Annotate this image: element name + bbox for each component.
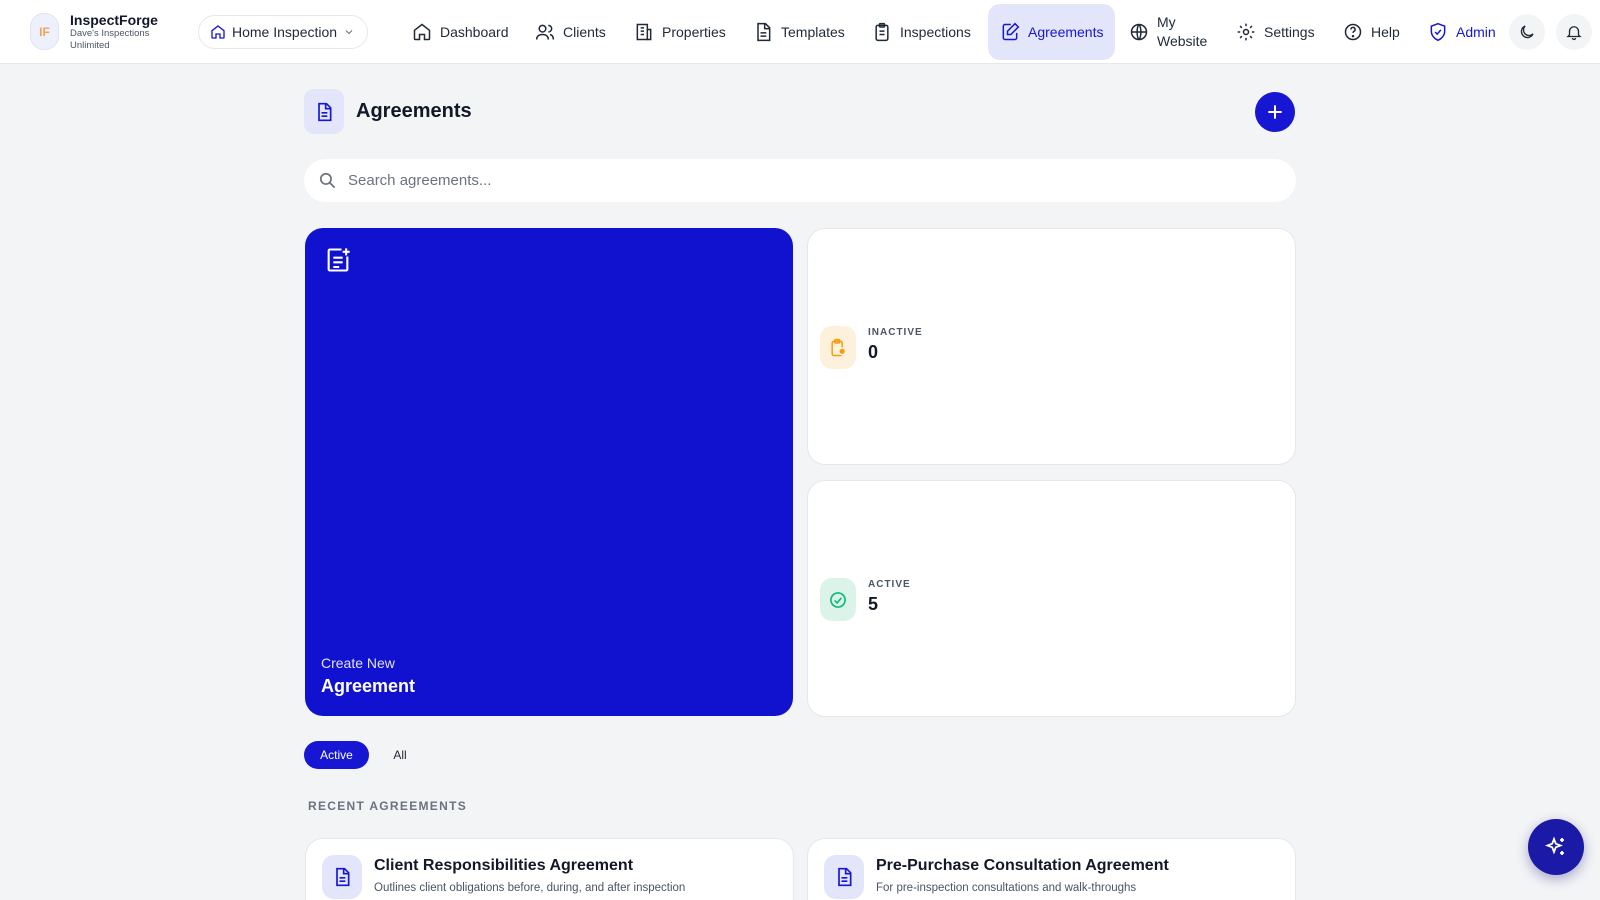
create-agreement-card[interactable]: Create New Agreement [305,228,793,716]
nav-my-website-label: My Website [1157,14,1208,49]
brand-logo-mark: IF [39,24,50,39]
filter-active[interactable]: Active [304,741,369,769]
search-input[interactable] [348,159,1248,202]
edit-document-icon [1002,22,1020,41]
nav-agreements[interactable]: Agreements [988,4,1116,60]
notifications-button[interactable] [1556,14,1592,50]
workspace-selector[interactable]: Home Inspection [198,15,368,49]
brand[interactable]: IF InspectForge Dave's Inspections Unlim… [30,12,170,52]
create-card-title: Agreement [321,676,416,696]
plus-icon [1268,105,1282,119]
agreement-title: Client Responsibilities Agreement [374,857,634,874]
app-name: InspectForge [70,12,158,28]
brand-logo-icon: IF [30,13,59,50]
nav-dashboard[interactable]: Dashboard [412,4,509,60]
agreement-description: Outlines client obligations before, duri… [374,882,686,894]
active-stat-card[interactable]: ACTIVE 5 [807,480,1296,717]
nav-properties-label: Properties [662,24,726,40]
sparkles-icon [1544,836,1564,855]
check-circle-icon [830,591,846,608]
document-icon [838,867,852,887]
inactive-label: INACTIVE [868,327,923,338]
agreement-title: Pre-Purchase Consultation Agreement [876,857,1169,874]
inactive-stat-card[interactable]: INACTIVE 0 [807,228,1296,465]
page-title: Agreements [356,100,472,122]
nav-dashboard-label: Dashboard [440,24,509,40]
users-icon [535,24,555,40]
search-icon [319,172,336,189]
building-icon [636,23,652,41]
clipboard-icon [875,22,889,42]
theme-toggle-button[interactable] [1509,14,1545,50]
nav-my-website[interactable]: My Website [1129,4,1213,60]
nav-admin[interactable]: Admin [1428,4,1496,60]
globe-icon [1130,23,1148,41]
page-icon [304,89,344,134]
active-count: 5 [868,594,879,614]
shield-check-icon [1430,22,1446,42]
note-add-icon [327,248,350,272]
nav-templates-label: Templates [781,24,845,40]
nav-clients[interactable]: Clients [535,4,606,60]
brand-text: InspectForge Dave's Inspections Unlimite… [70,12,170,52]
org-name: Dave's Inspections Unlimited [70,28,150,51]
home-icon [211,25,225,39]
inactive-badge [820,326,856,369]
top-navigation-bar: IF InspectForge Dave's Inspections Unlim… [0,0,1600,64]
nav-agreements-label: Agreements [1028,24,1104,40]
workspace-label: Home Inspection [232,24,338,40]
agreement-icon [322,855,362,899]
nav-settings[interactable]: Settings [1236,4,1315,60]
bell-icon [1566,26,1582,41]
agreement-card[interactable]: Client Responsibilities Agreement Outlin… [305,838,794,900]
nav-clients-label: Clients [563,24,606,40]
agreement-card[interactable]: Pre-Purchase Consultation Agreement For … [807,838,1296,900]
nav-inspections-label: Inspections [900,24,971,40]
home-icon [413,23,431,41]
chevron-down-icon [345,30,353,35]
active-badge [820,578,856,621]
agreement-icon [824,855,864,899]
nav-inspections[interactable]: Inspections [872,4,971,60]
create-card-caption: Create New [321,655,395,671]
moon-icon [1520,25,1534,39]
active-label: ACTIVE [868,579,911,590]
inactive-count: 0 [868,342,879,362]
recent-agreements-heading: RECENT AGREEMENTS [308,799,467,813]
clipboard-clock-icon [831,338,847,356]
nav-admin-label: Admin [1456,24,1496,40]
gear-icon [1237,23,1255,41]
document-icon [757,22,771,42]
agreement-description: For pre-inspection consultations and wal… [876,882,1137,894]
filter-all[interactable]: All [380,741,420,769]
ai-assistant-button[interactable] [1528,819,1584,875]
nav-properties[interactable]: Properties [634,4,726,60]
nav-help[interactable]: Help [1343,4,1400,60]
search-bar [304,159,1296,202]
nav-settings-label: Settings [1264,24,1315,40]
document-icon [318,102,332,121]
document-icon [336,867,350,887]
nav-help-label: Help [1371,24,1400,40]
add-agreement-button[interactable] [1255,92,1295,132]
help-icon [1344,23,1362,41]
nav-templates[interactable]: Templates [753,4,845,60]
